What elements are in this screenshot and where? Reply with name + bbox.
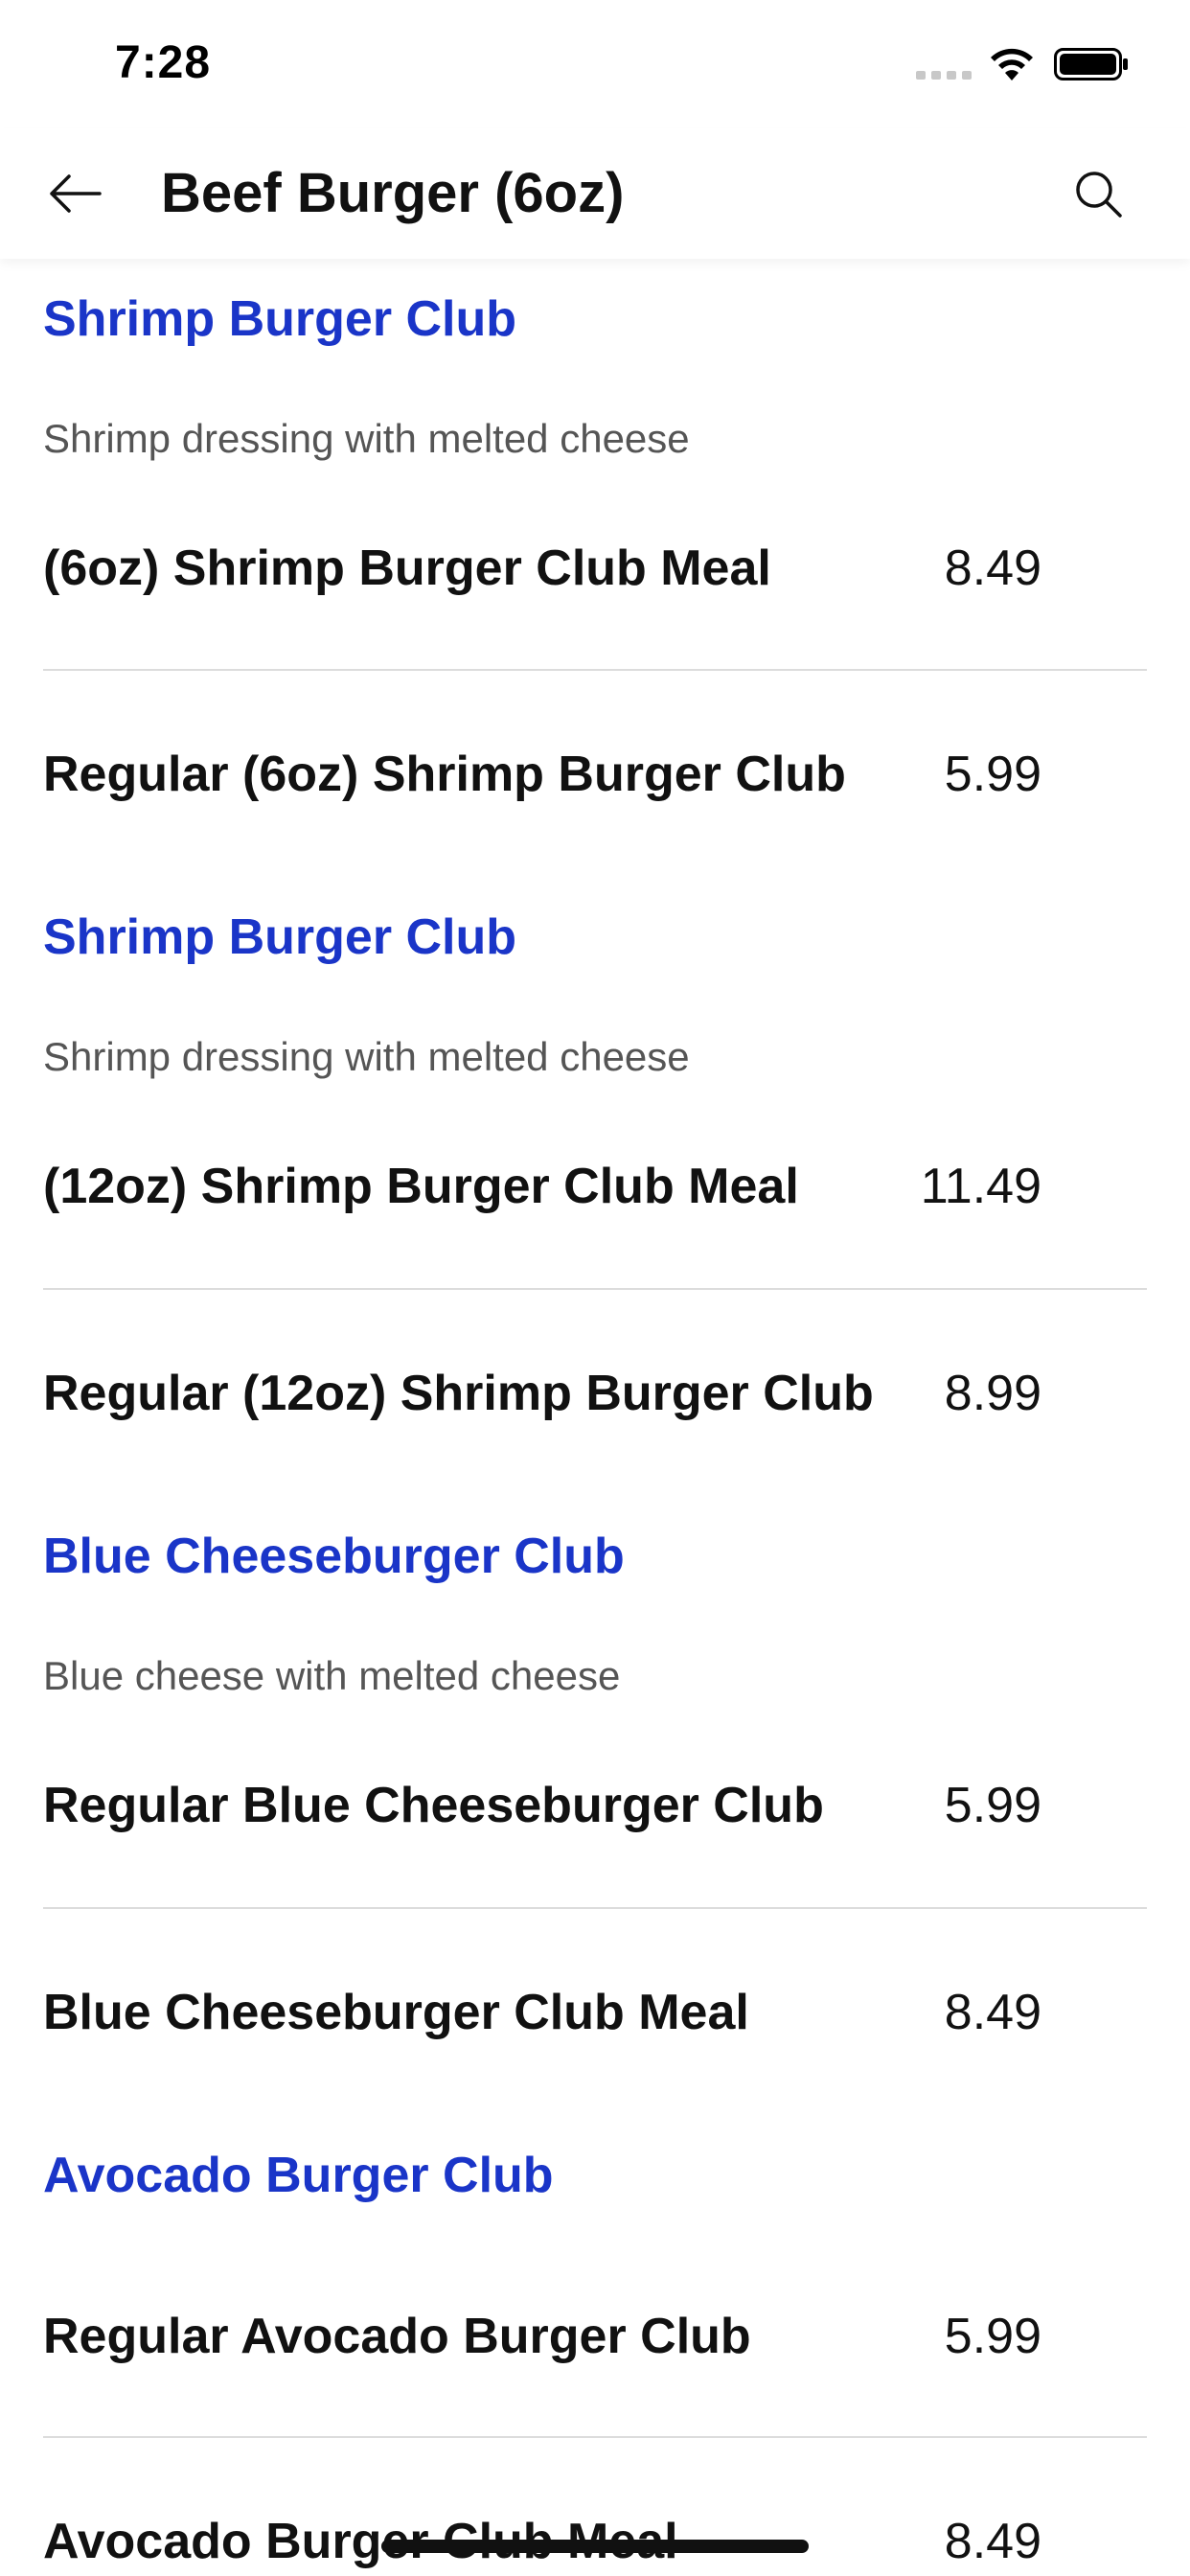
item-price: 8.49 [944, 1985, 1041, 2040]
search-icon [1076, 172, 1122, 218]
page-title: Beef Burger (6oz) [161, 162, 625, 224]
back-button[interactable] [38, 157, 111, 230]
section-description: Blue cheese with melted cheese [43, 1653, 621, 1698]
menu-list[interactable]: Shrimp Burger Club Shrimp dressing with … [0, 259, 1190, 2576]
item-price: 5.99 [944, 747, 1041, 802]
menu-item[interactable]: Blue Cheeseburger Club Meal 8.49 [43, 1974, 1041, 2051]
divider [43, 1288, 1147, 1290]
section-description: Shrimp dressing with melted cheese [43, 416, 690, 461]
section-title: Shrimp Burger Club [43, 291, 517, 347]
cellular-signal-icon [916, 71, 972, 80]
menu-item[interactable]: Regular Blue Cheeseburger Club 5.99 [43, 1767, 1041, 1844]
arrow-left-icon [50, 174, 102, 213]
menu-item[interactable]: Regular (6oz) Shrimp Burger Club 5.99 [43, 736, 1041, 813]
item-name: Regular Blue Cheeseburger Club [43, 1778, 824, 1833]
app-header: Beef Burger (6oz) [0, 128, 1190, 259]
section-description: Shrimp dressing with melted cheese [43, 1034, 690, 1079]
menu-item[interactable]: (6oz) Shrimp Burger Club Meal 8.49 [43, 530, 1041, 607]
menu-item[interactable]: (12oz) Shrimp Burger Club Meal 11.49 [43, 1148, 1041, 1225]
status-time: 7:28 [115, 37, 212, 88]
item-price: 8.49 [944, 2514, 1041, 2569]
search-button[interactable] [1062, 157, 1134, 230]
item-price: 5.99 [944, 1778, 1041, 1833]
item-price: 11.49 [920, 1159, 1041, 1214]
divider [43, 1907, 1147, 1909]
divider [43, 2436, 1147, 2438]
home-indicator[interactable] [381, 2540, 809, 2553]
item-name: (12oz) Shrimp Burger Club Meal [43, 1159, 799, 1214]
item-name: (6oz) Shrimp Burger Club Meal [43, 540, 771, 596]
menu-item[interactable]: Regular Avocado Burger Club 5.99 [43, 2298, 1041, 2375]
wifi-icon [991, 48, 1033, 80]
section-title: Blue Cheeseburger Club [43, 1529, 625, 1584]
divider [43, 669, 1147, 671]
item-price: 8.99 [944, 1366, 1041, 1421]
item-price: 8.49 [944, 540, 1041, 596]
item-name: Regular (12oz) Shrimp Burger Club [43, 1366, 874, 1421]
status-bar: 7:28 [0, 0, 1190, 128]
item-price: 5.99 [944, 2309, 1041, 2364]
menu-item[interactable]: Regular (12oz) Shrimp Burger Club 8.99 [43, 1355, 1041, 1432]
section-title: Avocado Burger Club [43, 2148, 554, 2203]
item-name: Blue Cheeseburger Club Meal [43, 1985, 749, 2040]
item-name: Regular Avocado Burger Club [43, 2309, 751, 2364]
section-title: Shrimp Burger Club [43, 909, 517, 965]
item-name: Regular (6oz) Shrimp Burger Club [43, 747, 846, 802]
battery-icon [1054, 48, 1128, 80]
